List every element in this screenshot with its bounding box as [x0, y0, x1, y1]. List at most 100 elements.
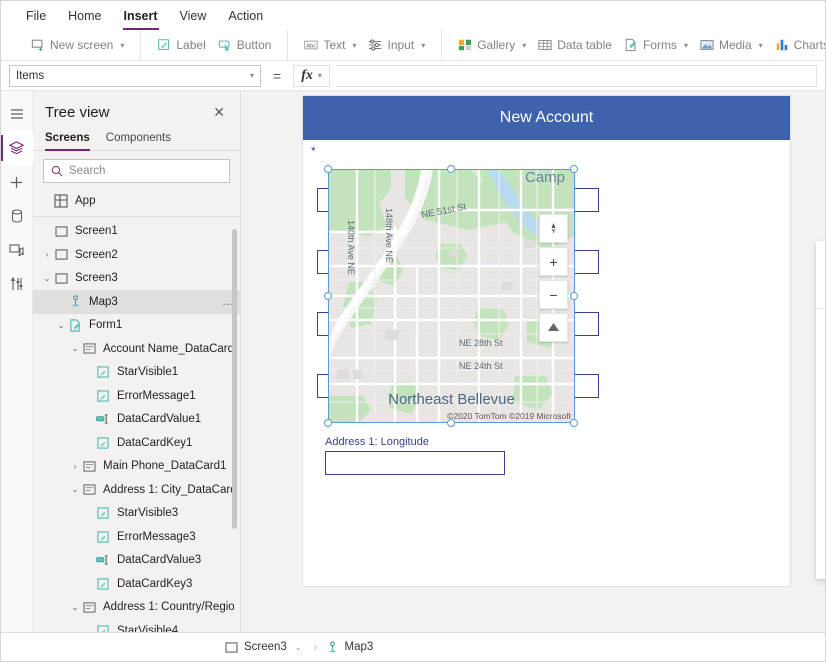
text-menu-button[interactable]: Abc Text ▾ [298, 36, 362, 54]
tree-node-screen2[interactable]: ›Screen2 [33, 243, 240, 267]
data-source-group-connectors[interactable]: ›Connectors… [816, 539, 825, 569]
chevron-down-icon[interactable]: ⌄ [69, 485, 81, 494]
svg-text:Abc: Abc [307, 43, 317, 49]
group-in-your-app[interactable]: ⌄ In your app [816, 315, 825, 337]
chevron-down-icon[interactable]: ⌄ [295, 643, 302, 652]
breadcrumb-control-label: Map3 [345, 641, 374, 653]
tab-components[interactable]: Components [106, 127, 171, 150]
charts-menu-button[interactable]: Charts ▾ [769, 36, 825, 54]
data-icon[interactable] [1, 199, 33, 233]
required-indicator: * [311, 144, 316, 158]
label-control-icon [95, 435, 111, 451]
tree-node-map3[interactable]: Map3… [33, 290, 240, 314]
tree-node-label: Main Phone_DataCard1 [103, 460, 226, 472]
resize-handle-nw[interactable] [324, 165, 332, 173]
forms-menu-button[interactable]: Forms ▾ [618, 36, 694, 54]
menu-item-home[interactable]: Home [57, 5, 112, 27]
tree-node-label: StarVisible3 [117, 507, 178, 519]
gallery-menu-button[interactable]: Gallery ▾ [452, 36, 532, 54]
resize-handle-w[interactable] [324, 292, 332, 300]
map-canvas[interactable]: NE 51st St 140th Ave NE 148th Ave NE NE … [329, 170, 574, 422]
data-table-button[interactable]: Data table [532, 36, 618, 54]
menu-item-action[interactable]: Action [217, 5, 274, 27]
data-source-flyout: Select a data source ✕ Search ⌄ In your … [816, 241, 825, 579]
field-input-longitude[interactable] [325, 451, 505, 475]
new-screen-button[interactable]: New screen ▾ [25, 36, 130, 54]
tree-node-errormessage3[interactable]: ErrorMessage3 [33, 525, 240, 549]
chevron-down-icon: ▾ [522, 41, 526, 50]
resize-handle-ne[interactable] [570, 165, 578, 173]
tree-scrollbar[interactable] [232, 229, 237, 529]
tree-node-datacardkey1[interactable]: DataCardKey1 [33, 431, 240, 455]
chevron-down-icon[interactable]: ⌄ [41, 274, 53, 283]
tree-node-address-1-country-region-datacard1[interactable]: ⌄Address 1: Country/Region_DataCard1 [33, 596, 240, 620]
tree-node-starvisible1[interactable]: StarVisible1 [33, 361, 240, 385]
menu-item-view[interactable]: View [169, 5, 218, 27]
tree-node-starvisible3[interactable]: StarVisible3 [33, 502, 240, 526]
close-icon[interactable]: ✕ [210, 103, 228, 121]
chevron-down-icon[interactable]: ⌄ [69, 603, 81, 612]
tree-node-form1[interactable]: ⌄ Form1 [33, 314, 240, 338]
tree-node-screen1[interactable]: Screen1 [33, 220, 240, 244]
forms-icon [624, 38, 638, 52]
advanced-tools-icon[interactable] [1, 267, 33, 301]
data-source-item-accounts[interactable]: AccountsMicrosoft Dataverse - Current en… [816, 337, 825, 383]
chevron-down-icon[interactable]: ⌄ [55, 321, 67, 330]
tree-node-main-phone-datacard1[interactable]: › Main Phone_DataCard1 [33, 455, 240, 479]
hamburger-menu-icon[interactable] [1, 97, 33, 131]
tree-node-datacardvalue3[interactable]: DataCardValue3 [33, 549, 240, 573]
tree-node-app[interactable]: App [33, 189, 240, 213]
resize-handle-e[interactable] [570, 292, 578, 300]
tree-node-errormessage1[interactable]: ErrorMessage1 [33, 384, 240, 408]
forms-menu-label: Forms [643, 38, 677, 52]
media-icon[interactable] [1, 233, 33, 267]
property-selector[interactable]: Items ▾ [9, 65, 261, 87]
tab-screens[interactable]: Screens [45, 127, 90, 150]
resize-handle-n[interactable] [447, 165, 455, 173]
button-button[interactable]: Button [212, 36, 278, 54]
formula-input[interactable] [336, 65, 817, 87]
data-source-group-tables[interactable]: ›Tables… [816, 509, 825, 539]
chevron-right-icon[interactable]: › [41, 250, 53, 259]
app-icon [53, 193, 69, 209]
zoom-out-control[interactable]: − [539, 280, 568, 309]
tree-node-label: Form1 [89, 319, 122, 331]
fx-button[interactable]: fx ▾ [293, 65, 330, 87]
tree-node-account-name-datacard1[interactable]: ⌄Account Name_DataCard1 [33, 337, 240, 361]
tree-node-list[interactable]: App Screen1›Screen2⌄Screen3Map3… ⌄ Form1 ⌄Ac… [33, 189, 240, 632]
chevron-down-icon: ▾ [759, 41, 763, 50]
zoom-in-control[interactable]: + [539, 247, 568, 276]
input-menu-button[interactable]: Input ▾ [362, 36, 431, 54]
tree-node-screen3[interactable]: ⌄Screen3 [33, 267, 240, 291]
tree-search-box[interactable]: Search [43, 159, 230, 183]
map-control[interactable]: NE 51st St 140th Ave NE 148th Ave NE NE … [329, 170, 574, 422]
tree-node-address-1-city-datacard1[interactable]: ⌄Address 1: City_DataCard1 [33, 478, 240, 502]
insert-icon[interactable] [1, 165, 33, 199]
pitch-control[interactable] [539, 313, 568, 342]
resize-handle-sw[interactable] [324, 419, 332, 427]
data-source-item-colselectedaddress[interactable]: colSelectedAddressCollection [816, 475, 825, 510]
status-bar: Screen3 ⌄ › Map3 [1, 632, 825, 661]
menu-item-insert[interactable]: Insert [113, 5, 169, 27]
data-source-item-activities[interactable]: ActivitiesMicrosoft Dataverse - Current … [816, 383, 825, 429]
app-screen-preview[interactable]: New Account * [303, 96, 790, 586]
data-source-item-organizations[interactable]: OrganizationsMicrosoft Dataverse - Curre… [816, 429, 825, 475]
tree-node-starvisible4[interactable]: StarVisible4 [33, 619, 240, 632]
tree-node-datacardvalue1[interactable]: DataCardValue1 [33, 408, 240, 432]
tree-view-icon[interactable] [1, 131, 33, 165]
breadcrumb-screen[interactable]: Screen3 ⌄ [225, 641, 312, 653]
resize-handle-se[interactable] [570, 419, 578, 427]
media-menu-button[interactable]: Media ▾ [694, 36, 769, 54]
powerapps-studio-window: File Home Insert View Action New screen … [0, 0, 826, 662]
breadcrumb-control[interactable]: Map3 [326, 641, 384, 654]
field-label-longitude: Address 1: Longitude [325, 436, 505, 448]
resize-handle-s[interactable] [447, 419, 455, 427]
label-button[interactable]: Label [151, 36, 211, 54]
chevron-down-icon[interactable]: ⌄ [69, 344, 81, 353]
menu-item-file[interactable]: File [15, 5, 57, 27]
chevron-right-icon[interactable]: › [69, 462, 81, 471]
compass-control[interactable] [539, 214, 568, 243]
tree-node-datacardkey3[interactable]: DataCardKey3 [33, 572, 240, 596]
tree-node-label: App [75, 195, 95, 207]
textinput-control-icon [95, 552, 111, 568]
